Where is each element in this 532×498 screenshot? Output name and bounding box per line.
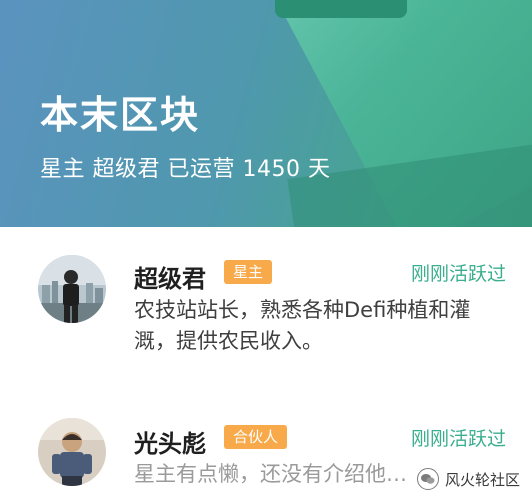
member-name: 光头彪 bbox=[134, 430, 206, 458]
planet-subtitle: 星主 超级君 已运营 1450 天 bbox=[40, 157, 331, 182]
watermark-text: 风火轮社区 bbox=[444, 470, 520, 489]
planet-banner: 本末区块 星主 超级君 已运营 1450 天 bbox=[0, 0, 532, 227]
wechat-icon bbox=[416, 468, 439, 490]
planet-title: 本末区块 bbox=[40, 93, 201, 137]
avatar[interactable] bbox=[38, 418, 106, 486]
activity-status: 刚刚活跃过 bbox=[410, 428, 506, 450]
member-name: 超级君 bbox=[134, 265, 206, 293]
role-badge: 星主 bbox=[224, 260, 273, 284]
member-item-owner[interactable]: 超级君 星主 刚刚活跃过 农技站站长，熟悉各种Defi种植和灌溉，提供农民收入。 bbox=[0, 227, 532, 357]
banner-decoration-tab bbox=[275, 0, 407, 18]
member-description: 农技站站长，熟悉各种Defi种植和灌溉，提供农民收入。 bbox=[134, 298, 471, 353]
avatar-photo bbox=[38, 418, 106, 486]
avatar[interactable] bbox=[38, 255, 106, 323]
watermark: 风火轮社区 bbox=[416, 468, 520, 490]
activity-status: 刚刚活跃过 bbox=[410, 263, 506, 285]
avatar-photo bbox=[38, 255, 106, 323]
role-badge: 合伙人 bbox=[224, 425, 288, 449]
